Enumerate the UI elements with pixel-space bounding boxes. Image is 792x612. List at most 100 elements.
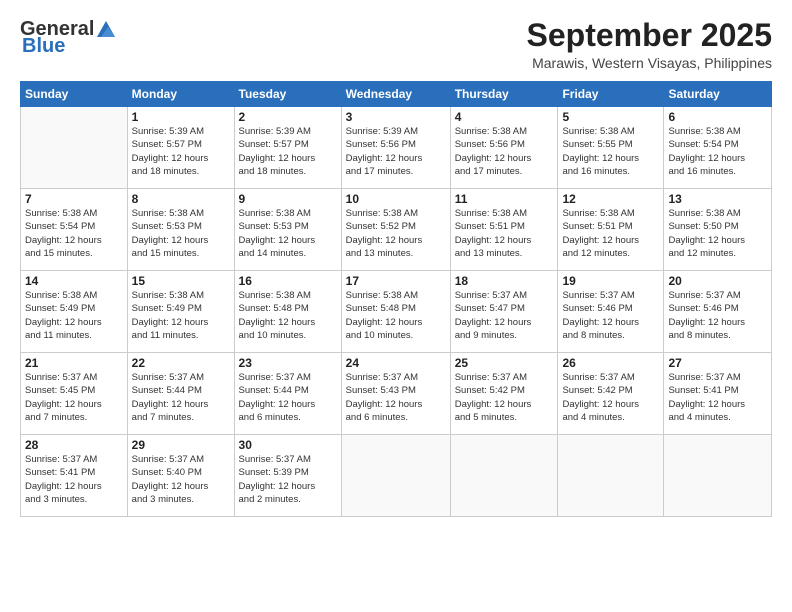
week-row-3: 14Sunrise: 5:38 AMSunset: 5:49 PMDayligh… bbox=[21, 271, 772, 353]
calendar-cell bbox=[450, 435, 558, 517]
day-info: Sunrise: 5:37 AMSunset: 5:44 PMDaylight:… bbox=[239, 371, 337, 424]
calendar-cell: 27Sunrise: 5:37 AMSunset: 5:41 PMDayligh… bbox=[664, 353, 772, 435]
day-number: 21 bbox=[25, 356, 123, 370]
day-info: Sunrise: 5:37 AMSunset: 5:41 PMDaylight:… bbox=[668, 371, 767, 424]
calendar-cell bbox=[21, 107, 128, 189]
day-number: 20 bbox=[668, 274, 767, 288]
day-info: Sunrise: 5:37 AMSunset: 5:46 PMDaylight:… bbox=[562, 289, 659, 342]
location: Marawis, Western Visayas, Philippines bbox=[527, 55, 772, 71]
day-info: Sunrise: 5:38 AMSunset: 5:54 PMDaylight:… bbox=[25, 207, 123, 260]
day-info: Sunrise: 5:38 AMSunset: 5:48 PMDaylight:… bbox=[239, 289, 337, 342]
day-number: 1 bbox=[132, 110, 230, 124]
calendar-cell: 29Sunrise: 5:37 AMSunset: 5:40 PMDayligh… bbox=[127, 435, 234, 517]
col-tuesday: Tuesday bbox=[234, 82, 341, 107]
day-info: Sunrise: 5:39 AMSunset: 5:56 PMDaylight:… bbox=[346, 125, 446, 178]
day-info: Sunrise: 5:37 AMSunset: 5:47 PMDaylight:… bbox=[455, 289, 554, 342]
col-saturday: Saturday bbox=[664, 82, 772, 107]
col-sunday: Sunday bbox=[21, 82, 128, 107]
col-friday: Friday bbox=[558, 82, 664, 107]
title-block: September 2025 Marawis, Western Visayas,… bbox=[527, 18, 772, 71]
day-number: 9 bbox=[239, 192, 337, 206]
day-info: Sunrise: 5:38 AMSunset: 5:53 PMDaylight:… bbox=[239, 207, 337, 260]
logo-icon bbox=[95, 19, 117, 41]
day-number: 26 bbox=[562, 356, 659, 370]
day-number: 7 bbox=[25, 192, 123, 206]
day-info: Sunrise: 5:38 AMSunset: 5:48 PMDaylight:… bbox=[346, 289, 446, 342]
col-wednesday: Wednesday bbox=[341, 82, 450, 107]
page: General Blue September 2025 Marawis, Wes… bbox=[0, 0, 792, 612]
day-info: Sunrise: 5:38 AMSunset: 5:49 PMDaylight:… bbox=[132, 289, 230, 342]
calendar-cell: 19Sunrise: 5:37 AMSunset: 5:46 PMDayligh… bbox=[558, 271, 664, 353]
calendar-cell: 15Sunrise: 5:38 AMSunset: 5:49 PMDayligh… bbox=[127, 271, 234, 353]
week-row-1: 1Sunrise: 5:39 AMSunset: 5:57 PMDaylight… bbox=[21, 107, 772, 189]
calendar-cell bbox=[664, 435, 772, 517]
day-number: 19 bbox=[562, 274, 659, 288]
week-row-5: 28Sunrise: 5:37 AMSunset: 5:41 PMDayligh… bbox=[21, 435, 772, 517]
day-number: 10 bbox=[346, 192, 446, 206]
day-info: Sunrise: 5:38 AMSunset: 5:53 PMDaylight:… bbox=[132, 207, 230, 260]
calendar-header-row: Sunday Monday Tuesday Wednesday Thursday… bbox=[21, 82, 772, 107]
day-info: Sunrise: 5:39 AMSunset: 5:57 PMDaylight:… bbox=[239, 125, 337, 178]
day-info: Sunrise: 5:37 AMSunset: 5:41 PMDaylight:… bbox=[25, 453, 123, 506]
day-number: 24 bbox=[346, 356, 446, 370]
calendar-cell: 12Sunrise: 5:38 AMSunset: 5:51 PMDayligh… bbox=[558, 189, 664, 271]
day-info: Sunrise: 5:38 AMSunset: 5:49 PMDaylight:… bbox=[25, 289, 123, 342]
logo-blue: Blue bbox=[22, 35, 65, 58]
calendar-cell: 11Sunrise: 5:38 AMSunset: 5:51 PMDayligh… bbox=[450, 189, 558, 271]
day-number: 16 bbox=[239, 274, 337, 288]
day-number: 23 bbox=[239, 356, 337, 370]
calendar-cell: 21Sunrise: 5:37 AMSunset: 5:45 PMDayligh… bbox=[21, 353, 128, 435]
day-info: Sunrise: 5:38 AMSunset: 5:52 PMDaylight:… bbox=[346, 207, 446, 260]
calendar-cell bbox=[341, 435, 450, 517]
day-info: Sunrise: 5:37 AMSunset: 5:43 PMDaylight:… bbox=[346, 371, 446, 424]
calendar-cell: 3Sunrise: 5:39 AMSunset: 5:56 PMDaylight… bbox=[341, 107, 450, 189]
header: General Blue September 2025 Marawis, Wes… bbox=[20, 18, 772, 71]
day-number: 28 bbox=[25, 438, 123, 452]
day-number: 13 bbox=[668, 192, 767, 206]
day-info: Sunrise: 5:38 AMSunset: 5:51 PMDaylight:… bbox=[455, 207, 554, 260]
day-info: Sunrise: 5:37 AMSunset: 5:40 PMDaylight:… bbox=[132, 453, 230, 506]
day-info: Sunrise: 5:39 AMSunset: 5:57 PMDaylight:… bbox=[132, 125, 230, 178]
calendar-cell: 2Sunrise: 5:39 AMSunset: 5:57 PMDaylight… bbox=[234, 107, 341, 189]
calendar-cell: 22Sunrise: 5:37 AMSunset: 5:44 PMDayligh… bbox=[127, 353, 234, 435]
day-number: 29 bbox=[132, 438, 230, 452]
day-number: 17 bbox=[346, 274, 446, 288]
month-title: September 2025 bbox=[527, 18, 772, 53]
calendar-cell: 20Sunrise: 5:37 AMSunset: 5:46 PMDayligh… bbox=[664, 271, 772, 353]
day-info: Sunrise: 5:37 AMSunset: 5:42 PMDaylight:… bbox=[562, 371, 659, 424]
day-info: Sunrise: 5:37 AMSunset: 5:42 PMDaylight:… bbox=[455, 371, 554, 424]
calendar-cell: 4Sunrise: 5:38 AMSunset: 5:56 PMDaylight… bbox=[450, 107, 558, 189]
day-info: Sunrise: 5:37 AMSunset: 5:44 PMDaylight:… bbox=[132, 371, 230, 424]
calendar-cell: 13Sunrise: 5:38 AMSunset: 5:50 PMDayligh… bbox=[664, 189, 772, 271]
day-number: 8 bbox=[132, 192, 230, 206]
day-info: Sunrise: 5:38 AMSunset: 5:55 PMDaylight:… bbox=[562, 125, 659, 178]
calendar-cell: 8Sunrise: 5:38 AMSunset: 5:53 PMDaylight… bbox=[127, 189, 234, 271]
calendar-cell: 17Sunrise: 5:38 AMSunset: 5:48 PMDayligh… bbox=[341, 271, 450, 353]
day-number: 18 bbox=[455, 274, 554, 288]
calendar-cell: 6Sunrise: 5:38 AMSunset: 5:54 PMDaylight… bbox=[664, 107, 772, 189]
day-number: 11 bbox=[455, 192, 554, 206]
day-number: 3 bbox=[346, 110, 446, 124]
calendar-cell: 18Sunrise: 5:37 AMSunset: 5:47 PMDayligh… bbox=[450, 271, 558, 353]
day-info: Sunrise: 5:38 AMSunset: 5:56 PMDaylight:… bbox=[455, 125, 554, 178]
day-info: Sunrise: 5:38 AMSunset: 5:54 PMDaylight:… bbox=[668, 125, 767, 178]
day-info: Sunrise: 5:37 AMSunset: 5:39 PMDaylight:… bbox=[239, 453, 337, 506]
calendar-cell bbox=[558, 435, 664, 517]
calendar-table: Sunday Monday Tuesday Wednesday Thursday… bbox=[20, 81, 772, 517]
calendar-cell: 5Sunrise: 5:38 AMSunset: 5:55 PMDaylight… bbox=[558, 107, 664, 189]
day-number: 25 bbox=[455, 356, 554, 370]
calendar-cell: 1Sunrise: 5:39 AMSunset: 5:57 PMDaylight… bbox=[127, 107, 234, 189]
day-number: 5 bbox=[562, 110, 659, 124]
calendar-cell: 7Sunrise: 5:38 AMSunset: 5:54 PMDaylight… bbox=[21, 189, 128, 271]
calendar-cell: 30Sunrise: 5:37 AMSunset: 5:39 PMDayligh… bbox=[234, 435, 341, 517]
day-number: 27 bbox=[668, 356, 767, 370]
day-info: Sunrise: 5:37 AMSunset: 5:46 PMDaylight:… bbox=[668, 289, 767, 342]
week-row-2: 7Sunrise: 5:38 AMSunset: 5:54 PMDaylight… bbox=[21, 189, 772, 271]
day-number: 2 bbox=[239, 110, 337, 124]
day-number: 6 bbox=[668, 110, 767, 124]
logo: General Blue bbox=[20, 18, 118, 58]
calendar-cell: 9Sunrise: 5:38 AMSunset: 5:53 PMDaylight… bbox=[234, 189, 341, 271]
calendar-cell: 16Sunrise: 5:38 AMSunset: 5:48 PMDayligh… bbox=[234, 271, 341, 353]
calendar-cell: 14Sunrise: 5:38 AMSunset: 5:49 PMDayligh… bbox=[21, 271, 128, 353]
calendar-cell: 10Sunrise: 5:38 AMSunset: 5:52 PMDayligh… bbox=[341, 189, 450, 271]
